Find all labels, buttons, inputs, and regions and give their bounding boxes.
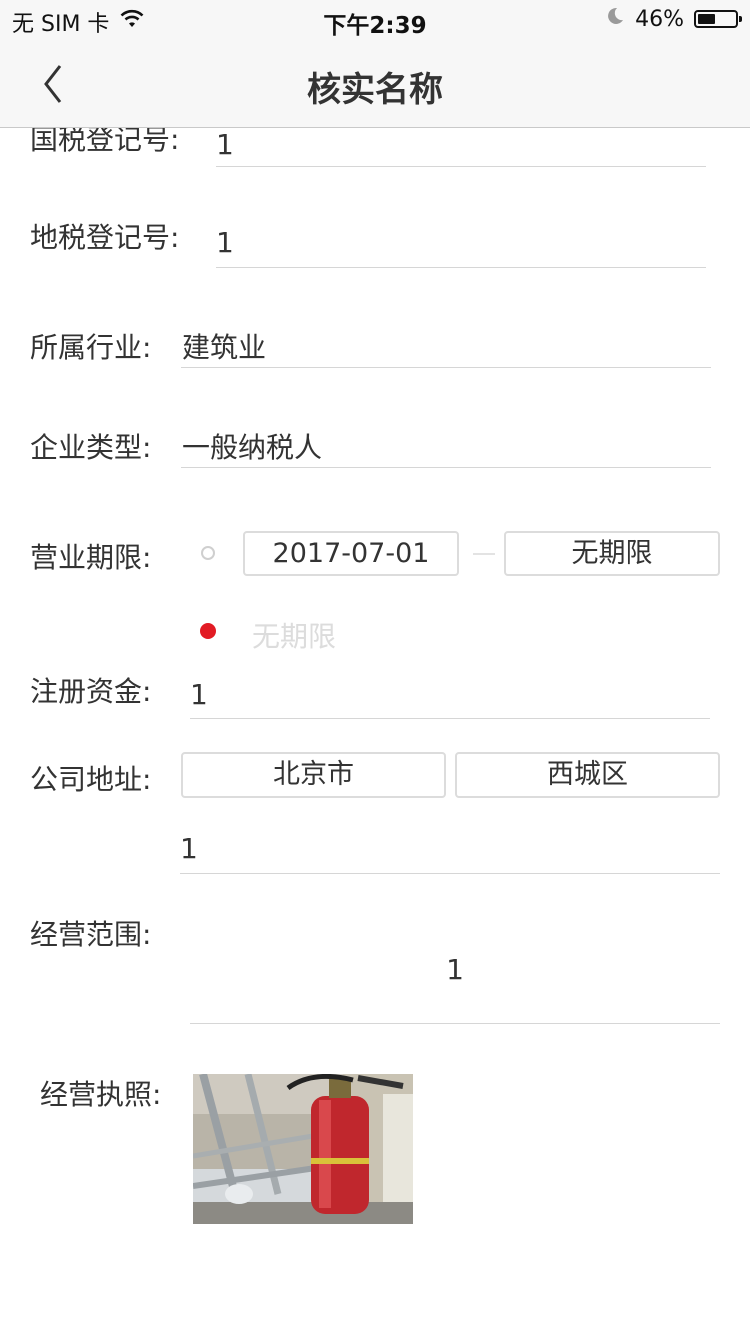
status-right: 46% (605, 6, 742, 32)
national-tax-underline (216, 166, 706, 167)
license-label: 经营执照: (40, 1078, 162, 1111)
battery-percent: 46% (635, 6, 684, 32)
local-tax-label: 地税登记号: (30, 221, 180, 254)
license-photo-image (193, 1074, 413, 1224)
capital-underline (190, 718, 710, 719)
scope-underline (190, 1023, 720, 1024)
local-tax-underline (216, 267, 706, 268)
district-picker[interactable]: 西城区 (455, 752, 720, 798)
start-date-picker[interactable]: 2017-07-01 (243, 531, 459, 576)
end-date-picker[interactable]: 无期限 (504, 531, 720, 576)
form-content: 国税登记号: 1 地税登记号: 1 所属行业: 建筑业 企业类型: 一般纳税人 … (0, 128, 750, 1334)
status-bar: 无 SIM 卡 下午2:39 46% (0, 0, 750, 40)
industry-select[interactable]: 建筑业 (182, 326, 266, 366)
battery-fill (698, 14, 715, 24)
page-title: 核实名称 (307, 70, 443, 110)
battery-icon (694, 10, 742, 28)
address-detail-underline (180, 873, 720, 874)
capital-label: 注册资金: (30, 675, 152, 708)
company-type-underline (181, 467, 711, 468)
company-type-select[interactable]: 一般纳税人 (182, 426, 322, 466)
term-unlimited-radio[interactable] (200, 623, 216, 639)
moon-icon (605, 6, 625, 32)
local-tax-input[interactable]: 1 (216, 226, 234, 259)
date-range-dash (473, 553, 495, 555)
city-picker[interactable]: 北京市 (181, 752, 446, 798)
capital-input[interactable]: 1 (190, 678, 208, 711)
company-type-label: 企业类型: (30, 431, 152, 464)
address-detail-input[interactable]: 1 (180, 832, 198, 865)
scope-label: 经营范围: (30, 918, 152, 951)
battery-nub (739, 16, 742, 22)
term-dated-radio[interactable] (201, 546, 215, 560)
address-label: 公司地址: (30, 763, 152, 796)
business-term-label: 营业期限: (30, 541, 152, 574)
nav-bar: 核实名称 (0, 40, 750, 128)
national-tax-input[interactable]: 1 (216, 128, 234, 161)
industry-label: 所属行业: (30, 331, 152, 364)
national-tax-label: 国税登记号: (30, 128, 180, 156)
term-unlimited-label: 无期限 (252, 620, 337, 653)
industry-underline (181, 367, 711, 368)
scope-textarea[interactable]: 1 (190, 953, 720, 986)
license-photo[interactable] (193, 1074, 413, 1224)
